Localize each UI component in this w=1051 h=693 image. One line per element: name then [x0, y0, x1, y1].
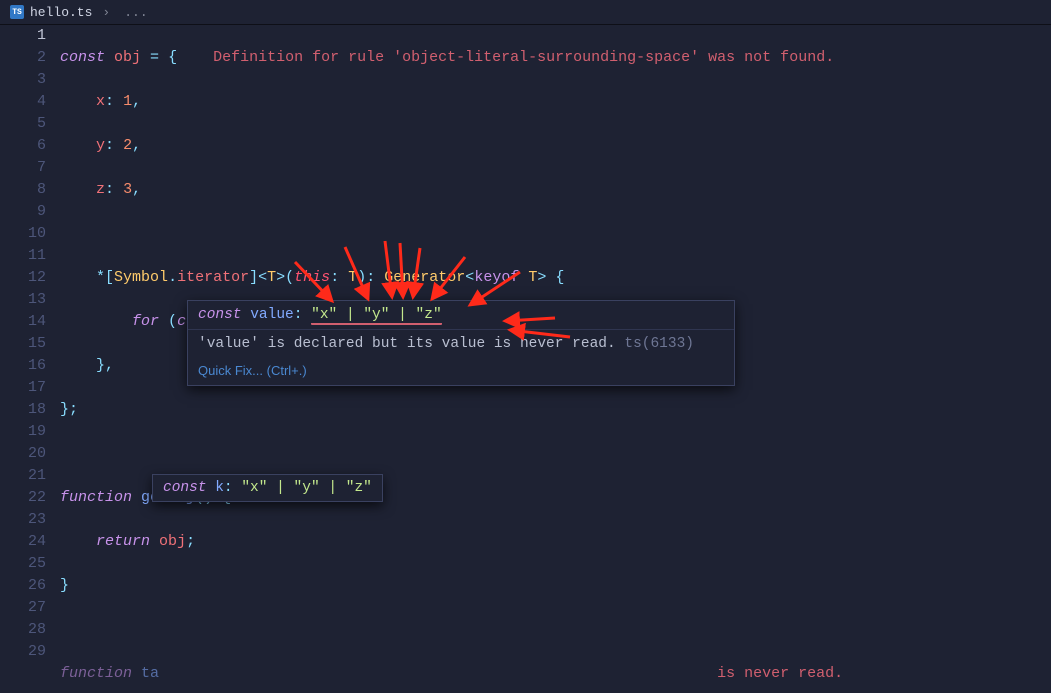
line-number: 16	[0, 355, 46, 377]
code-line	[60, 619, 1051, 641]
line-number: 24	[0, 531, 46, 553]
line-number: 11	[0, 245, 46, 267]
breadcrumb-sep: ›	[98, 5, 114, 20]
hover-tooltip: const value: "x" | "y" | "z" 'value' is …	[187, 300, 735, 386]
breadcrumb-tail[interactable]: ...	[120, 5, 151, 20]
code-line: y: 2,	[60, 135, 1051, 157]
editor[interactable]: 1 2 3 4 5 6 7 8 9 10 11 12 13 14 15 16 1…	[0, 25, 1051, 693]
code-line	[60, 443, 1051, 465]
line-number: 26	[0, 575, 46, 597]
line-number: 20	[0, 443, 46, 465]
line-number: 12	[0, 267, 46, 289]
hover-message: 'value' is declared but its value is nev…	[188, 330, 734, 358]
hover-tooltip: const k: "x" | "y" | "z"	[152, 474, 383, 502]
code-line: z: 3,	[60, 179, 1051, 201]
line-number: 27	[0, 597, 46, 619]
line-number: 21	[0, 465, 46, 487]
code-line: *[Symbol.iterator]<T>(this: T): Generato…	[60, 267, 1051, 289]
line-number: 10	[0, 223, 46, 245]
line-number: 22	[0, 487, 46, 509]
code-line: x: 1,	[60, 91, 1051, 113]
line-number: 19	[0, 421, 46, 443]
hover-signature: const value: "x" | "y" | "z"	[188, 301, 734, 330]
line-number: 6	[0, 135, 46, 157]
tab-bar: TS hello.ts › ...	[0, 0, 1051, 25]
line-number: 29	[0, 641, 46, 663]
code-line: function ta is never read.	[60, 663, 1051, 685]
code-line: };	[60, 399, 1051, 421]
line-number: 3	[0, 69, 46, 91]
line-number: 25	[0, 553, 46, 575]
code-line: }	[60, 575, 1051, 597]
line-number: 9	[0, 201, 46, 223]
code-line: return obj;	[60, 531, 1051, 553]
code-line: const obj = { Definition for rule 'objec…	[60, 47, 1051, 69]
inline-diagnostic: Definition for rule 'object-literal-surr…	[213, 49, 834, 66]
gutter: 1 2 3 4 5 6 7 8 9 10 11 12 13 14 15 16 1…	[0, 25, 60, 693]
line-number: 28	[0, 619, 46, 641]
line-number: 1	[0, 25, 46, 47]
line-number: 8	[0, 179, 46, 201]
line-number: 5	[0, 113, 46, 135]
code-line	[60, 223, 1051, 245]
tab-filename: hello.ts	[30, 5, 92, 20]
line-number: 7	[0, 157, 46, 179]
line-number: 23	[0, 509, 46, 531]
line-number: 13	[0, 289, 46, 311]
quick-fix-link[interactable]: Quick Fix... (Ctrl+.)	[188, 358, 734, 385]
line-number: 2	[0, 47, 46, 69]
line-number: 4	[0, 91, 46, 113]
line-number: 17	[0, 377, 46, 399]
typescript-icon: TS	[10, 5, 24, 19]
line-number: 15	[0, 333, 46, 355]
line-number: 18	[0, 399, 46, 421]
line-number: 14	[0, 311, 46, 333]
inline-diagnostic: is never read.	[717, 665, 843, 682]
tab-hello-ts[interactable]: TS hello.ts › ...	[0, 0, 162, 24]
